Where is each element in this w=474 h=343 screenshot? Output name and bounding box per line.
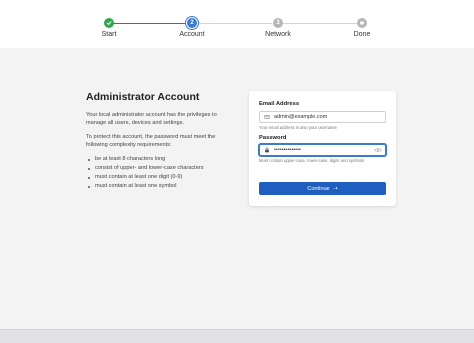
- step-start-check-icon: [104, 18, 114, 28]
- step-network-indicator: 3: [273, 18, 283, 28]
- step-account-number: 2: [190, 20, 194, 26]
- intro-panel: Administrator Account Your local adminis…: [86, 91, 226, 191]
- step-label-account: Account: [179, 31, 205, 38]
- password-value: ••••••••••••••: [274, 147, 301, 153]
- stepper-connector: [196, 23, 272, 24]
- step-label-network: Network: [265, 31, 291, 38]
- continue-label: Continue: [307, 185, 330, 192]
- account-form-card: Email Address admin@example.com Your ema…: [249, 91, 396, 206]
- continue-button[interactable]: Continue ➝: [259, 182, 386, 195]
- password-field[interactable]: ••••••••••••••: [259, 144, 386, 156]
- mail-icon: [264, 114, 270, 120]
- arrow-right-icon: ➝: [332, 186, 338, 192]
- requirement-item: consist of upper- and lower-case charact…: [86, 164, 226, 173]
- footer-bar: [0, 329, 474, 343]
- stepper-connector-done: [113, 23, 185, 24]
- stepper-connector: [282, 23, 357, 24]
- page-title: Administrator Account: [86, 91, 200, 103]
- email-help-text: Your email address is also your username: [259, 125, 337, 130]
- step-account-indicator: 2: [187, 18, 197, 28]
- intro-description: Your local administrator account has the…: [86, 112, 217, 126]
- step-label-start: Start: [101, 31, 117, 38]
- password-policy-intro: To protect this account, the password mu…: [86, 134, 216, 148]
- requirement-item: must contain at least one digit (0-9): [86, 173, 226, 182]
- email-field[interactable]: admin@example.com: [259, 111, 386, 123]
- progress-stepper: 2 3 Start Account Network Done: [0, 0, 474, 48]
- password-label: Password: [259, 135, 287, 141]
- email-label: Email Address: [259, 101, 300, 107]
- show-password-eye-icon[interactable]: [374, 147, 382, 153]
- step-network-number: 3: [276, 20, 280, 26]
- lock-icon: [264, 147, 270, 153]
- password-help-text: Must contain upper-case, lower-case, dig…: [259, 158, 365, 163]
- requirement-item: must contain at least one symbol: [86, 182, 226, 191]
- step-done-flag-icon: [357, 18, 367, 28]
- requirements-list: be at least 8 characters long consist of…: [86, 155, 226, 191]
- email-value: admin@example.com: [274, 114, 328, 120]
- requirement-item: be at least 8 characters long: [86, 155, 226, 164]
- step-label-done: Done: [353, 31, 371, 38]
